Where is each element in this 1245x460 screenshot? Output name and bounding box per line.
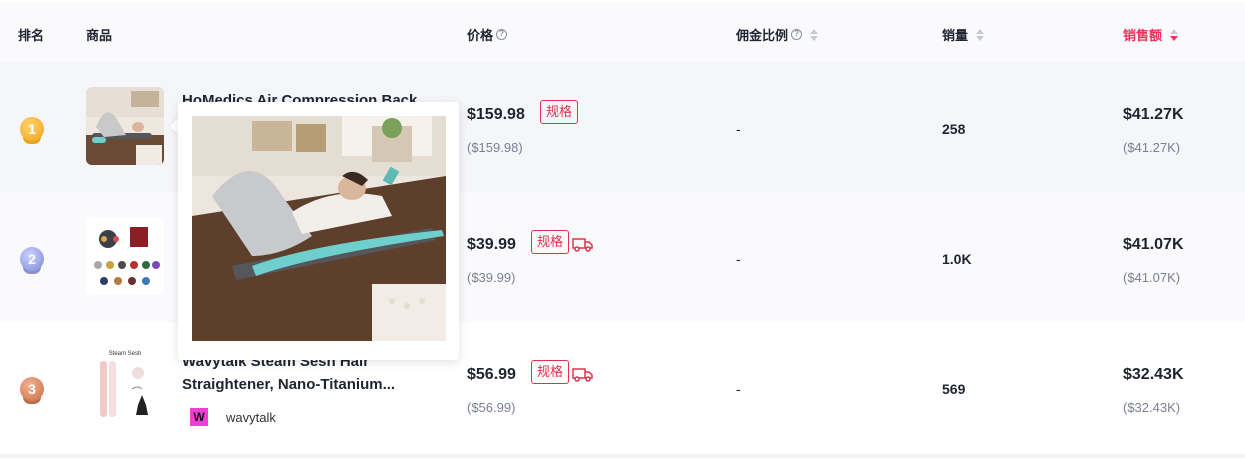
product-thumbnail[interactable] [86, 87, 164, 165]
commission-value: - [736, 381, 741, 397]
spec-tag[interactable]: 规格 [540, 100, 579, 124]
volume-value: 1.0K [942, 251, 972, 267]
svg-text:Steam Sesh: Steam Sesh [109, 351, 142, 357]
row-divider [0, 454, 1245, 458]
volume-value: 258 [942, 121, 966, 137]
column-rank: 排名 [18, 28, 45, 43]
column-revenue[interactable]: 销售额 [1123, 25, 1179, 44]
gold-medal-icon: 1 [19, 117, 45, 145]
revenue-sub-value: ($32.43K) [1123, 400, 1181, 415]
help-icon[interactable]: ? [791, 29, 803, 40]
price-sub-value: ($56.99) [467, 400, 516, 415]
column-product: 商品 [86, 28, 113, 43]
table-header: 排名 商品 价格 ? 佣金比例 ? 销量 销售额 [0, 3, 1245, 62]
sort-desc-icon[interactable] [1170, 28, 1179, 41]
delivery-truck-icon [572, 368, 593, 382]
price-value: $56.99 [467, 366, 516, 383]
revenue-sub-value: ($41.07K) [1123, 270, 1181, 285]
product-thumbnail[interactable]: Steam Sesh [86, 347, 164, 425]
commission-value: - [736, 251, 741, 267]
column-volume[interactable]: 销量 [942, 25, 985, 44]
spec-tag[interactable]: 规格 [531, 360, 570, 384]
revenue-value: $32.43K [1123, 366, 1184, 383]
sort-icon[interactable] [976, 28, 985, 41]
revenue-value: $41.07K [1123, 236, 1184, 253]
spec-tag[interactable]: 规格 [531, 230, 570, 254]
brand-name: wavytalk [226, 409, 276, 425]
price-sub-value: ($159.98) [467, 140, 523, 155]
sort-icon[interactable] [810, 28, 819, 41]
brand[interactable]: W wavytalk [190, 408, 276, 426]
column-commission[interactable]: 佣金比例 ? [736, 25, 819, 44]
bronze-medal-icon: 3 [19, 377, 45, 405]
brand-logo: W [190, 408, 208, 426]
product-image-preview [178, 102, 459, 360]
delivery-truck-icon [572, 238, 593, 252]
column-price: 价格 ? [467, 25, 508, 44]
silver-medal-icon: 2 [19, 247, 45, 275]
revenue-sub-value: ($41.27K) [1123, 140, 1181, 155]
price-sub-value: ($39.99) [467, 270, 516, 285]
price-value: $159.98 [467, 106, 525, 123]
price-value: $39.99 [467, 236, 516, 253]
volume-value: 569 [942, 381, 966, 397]
help-icon[interactable]: ? [496, 29, 508, 40]
revenue-value: $41.27K [1123, 106, 1184, 123]
commission-value: - [736, 121, 741, 137]
preview-image [192, 116, 446, 341]
product-thumbnail[interactable] [86, 217, 164, 295]
